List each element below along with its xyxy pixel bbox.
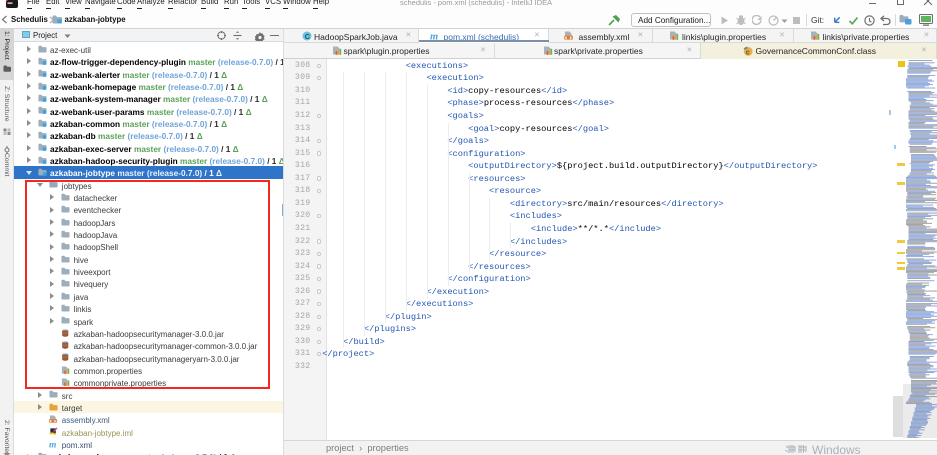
svg-text:C: C (304, 32, 310, 41)
svg-text:m: m (49, 440, 56, 448)
